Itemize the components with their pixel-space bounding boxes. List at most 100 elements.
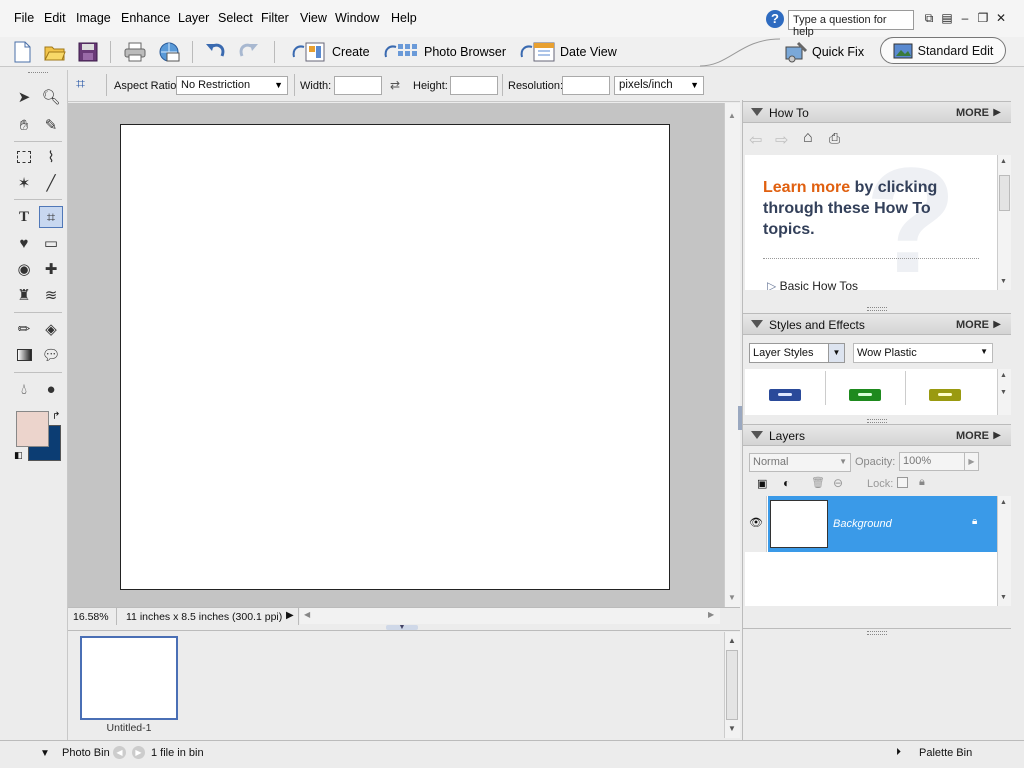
help-question-icon[interactable]: ? bbox=[766, 10, 784, 28]
styles-scrollbar[interactable]: ▲ ▼ bbox=[997, 369, 1011, 415]
menu-view[interactable]: View bbox=[300, 11, 327, 25]
menu-window[interactable]: Window bbox=[335, 11, 379, 25]
document-canvas[interactable] bbox=[120, 124, 670, 590]
palette-resize-grip[interactable] bbox=[867, 307, 887, 311]
layer-name[interactable]: Background bbox=[833, 518, 892, 530]
cascade-windows-icon[interactable]: ▤ bbox=[940, 11, 954, 25]
shape-tool-icon[interactable]: 💬︎ bbox=[39, 344, 63, 366]
scroll-down-icon[interactable]: ▼ bbox=[728, 593, 736, 602]
create-button[interactable]: Create bbox=[290, 39, 370, 65]
open-button[interactable] bbox=[44, 39, 66, 65]
close-icon[interactable]: ✕ bbox=[994, 11, 1008, 25]
photo-bin-scrollbar[interactable]: ▲ ▼ bbox=[724, 632, 740, 738]
cookie-cutter-tool-icon[interactable]: ♥ bbox=[12, 232, 36, 254]
next-photo-icon[interactable]: ▶ bbox=[132, 746, 145, 759]
styles-palette-header[interactable]: Styles and Effects MORE ▶ bbox=[743, 313, 1011, 335]
status-menu-arrow-icon[interactable]: ▶ bbox=[286, 610, 294, 621]
scroll-left-icon[interactable]: ◀ bbox=[304, 610, 310, 619]
move-tool-icon[interactable]: ➤ bbox=[12, 86, 36, 108]
standard-edit-button[interactable]: Standard Edit bbox=[880, 37, 1006, 64]
scroll-up-icon[interactable]: ▲ bbox=[1000, 372, 1007, 379]
layers-palette-header[interactable]: Layers MORE ▶ bbox=[743, 424, 1011, 446]
quick-fix-button[interactable]: Quick Fix bbox=[784, 39, 864, 65]
swap-colors-icon[interactable]: ↱ bbox=[52, 411, 60, 422]
layers-more-button[interactable]: MORE bbox=[956, 430, 989, 442]
adjustment-layer-icon[interactable]: ◐ bbox=[783, 476, 790, 490]
clone-stamp-tool-icon[interactable]: ♜ bbox=[12, 284, 36, 306]
how-to-palette-header[interactable]: How To MORE ▶ bbox=[743, 101, 1011, 123]
delete-layer-icon[interactable]: 🗑︎ bbox=[811, 476, 825, 489]
print-button[interactable] bbox=[124, 39, 146, 65]
how-to-scrollbar[interactable]: ▲ ▼ bbox=[997, 155, 1011, 290]
zoom-tool-icon[interactable]: 🔍︎ bbox=[39, 86, 63, 108]
layers-scrollbar[interactable]: ▲ ▼ bbox=[997, 496, 1011, 606]
collapse-triangle-icon[interactable] bbox=[751, 431, 763, 439]
zoom-level[interactable]: 16.58% bbox=[73, 611, 109, 623]
palette-resize-grip[interactable] bbox=[867, 419, 887, 423]
lock-transparency-checkbox[interactable] bbox=[897, 477, 908, 488]
menu-enhance[interactable]: Enhance bbox=[121, 11, 170, 25]
new-layer-icon[interactable]: ▣ bbox=[757, 477, 767, 490]
lock-all-icon[interactable]: 🔒︎ bbox=[919, 476, 925, 489]
default-colors-icon[interactable]: ◧ bbox=[14, 450, 23, 461]
palette-bin-label[interactable]: Palette Bin bbox=[919, 747, 972, 759]
height-field[interactable] bbox=[450, 76, 498, 95]
straighten-tool-icon[interactable]: ▭ bbox=[39, 232, 63, 254]
opacity-field[interactable]: 100% ▶ bbox=[899, 452, 979, 471]
foreground-color-swatch[interactable] bbox=[16, 411, 49, 447]
collapse-triangle-icon[interactable] bbox=[751, 320, 763, 328]
layer-row-background[interactable]: Background 🔒︎ bbox=[768, 496, 997, 552]
scroll-down-icon[interactable]: ▼ bbox=[1000, 278, 1007, 285]
canvas-horizontal-scrollbar[interactable]: ◀ ▶ bbox=[300, 608, 720, 624]
gradient-tool-icon[interactable] bbox=[12, 344, 36, 366]
eyedropper-tool-icon[interactable]: ✎ bbox=[39, 114, 63, 136]
paint-bucket-tool-icon[interactable]: ◈ bbox=[39, 318, 63, 340]
resolution-unit-select[interactable]: pixels/inch ▼ bbox=[614, 76, 704, 95]
palette-resize-grip[interactable] bbox=[867, 631, 887, 635]
scroll-thumb[interactable] bbox=[999, 175, 1010, 211]
share-button[interactable] bbox=[158, 39, 180, 65]
menu-image[interactable]: Image bbox=[76, 11, 111, 25]
width-field[interactable] bbox=[334, 76, 382, 95]
palette-bin-collapse-handle[interactable] bbox=[738, 406, 742, 430]
type-tool-icon[interactable]: T bbox=[12, 206, 36, 228]
selection-brush-tool-icon[interactable]: ╱ bbox=[39, 172, 63, 194]
styles-category-select[interactable]: Layer Styles ▼ bbox=[749, 343, 845, 363]
photo-bin-toggle-icon[interactable]: ▼ bbox=[40, 748, 50, 759]
redo-button[interactable] bbox=[238, 39, 260, 65]
menu-layer[interactable]: Layer bbox=[178, 11, 209, 25]
sponge-tool-icon[interactable]: ● bbox=[39, 378, 63, 400]
scroll-down-icon[interactable]: ▼ bbox=[1000, 389, 1007, 396]
help-search-field[interactable]: Type a question for help bbox=[788, 10, 914, 38]
tile-windows-icon[interactable]: ⧉ bbox=[922, 11, 936, 25]
blur-tool-icon[interactable]: 💧︎ bbox=[12, 378, 36, 400]
forward-arrow-icon[interactable]: ⇨ bbox=[775, 130, 788, 150]
scroll-up-icon[interactable]: ▲ bbox=[1000, 499, 1007, 506]
magic-wand-tool-icon[interactable]: ✶ bbox=[12, 172, 36, 194]
photo-browser-button[interactable]: Photo Browser bbox=[382, 39, 506, 65]
blend-mode-select[interactable]: Normal ▼ bbox=[749, 453, 851, 472]
scroll-up-icon[interactable]: ▲ bbox=[728, 636, 736, 645]
resolution-field[interactable] bbox=[562, 76, 610, 95]
save-button[interactable] bbox=[78, 39, 98, 65]
undo-button[interactable] bbox=[204, 39, 226, 65]
back-arrow-icon[interactable]: ⇦ bbox=[749, 130, 762, 150]
healing-brush-tool-icon[interactable]: ✚ bbox=[39, 258, 63, 280]
style-swatch-yellow[interactable] bbox=[929, 389, 961, 401]
how-to-topic-link[interactable]: ▷ Basic How Tos bbox=[767, 279, 858, 290]
photo-bin-label[interactable]: Photo Bin bbox=[62, 747, 110, 759]
pencil-tool-icon[interactable]: ✏ bbox=[12, 318, 36, 340]
how-to-headline-accent[interactable]: Learn more bbox=[763, 179, 850, 196]
scroll-up-icon[interactable]: ▲ bbox=[728, 111, 736, 120]
photo-bin-thumbnail[interactable] bbox=[80, 636, 178, 720]
eye-icon[interactable]: 👁︎ bbox=[749, 516, 763, 529]
home-icon[interactable]: ⌂ bbox=[803, 129, 813, 147]
menu-select[interactable]: Select bbox=[218, 11, 253, 25]
scroll-down-icon[interactable]: ▼ bbox=[1000, 594, 1007, 601]
pattern-stamp-tool-icon[interactable]: ≋ bbox=[39, 284, 63, 306]
aspect-ratio-select[interactable]: No Restriction ▼ bbox=[176, 76, 288, 95]
hand-tool-icon[interactable]: ✋︎ bbox=[12, 114, 36, 136]
print-icon[interactable]: ⎙ bbox=[829, 130, 840, 147]
how-to-more-button[interactable]: MORE bbox=[956, 107, 989, 119]
menu-edit[interactable]: Edit bbox=[44, 11, 66, 25]
